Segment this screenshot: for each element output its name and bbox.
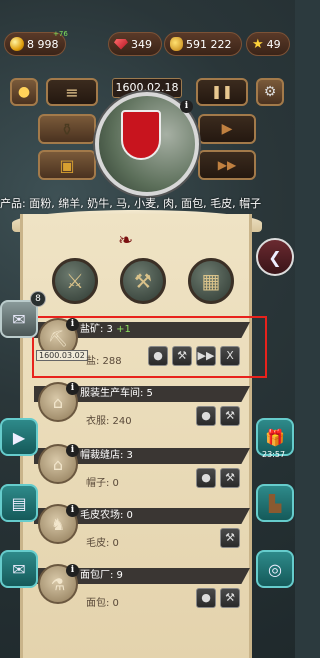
back-button[interactable]: ❮ bbox=[256, 238, 294, 276]
treasure-chest-icon: ▣ bbox=[59, 155, 75, 175]
bomb-icon: ● bbox=[201, 471, 211, 484]
production-button[interactable]: ⚒ bbox=[120, 258, 166, 304]
document-icon: ▤ bbox=[11, 493, 27, 513]
army-button[interactable]: ▙ bbox=[256, 484, 294, 522]
ornament-icon: ❧ bbox=[118, 230, 134, 251]
gold-counter[interactable]: 8 998 +76 bbox=[4, 30, 68, 56]
bomb-button[interactable]: ● bbox=[196, 588, 216, 608]
build-button[interactable]: ⚒ bbox=[220, 406, 240, 426]
crossed-swords-icon: ⚔ bbox=[66, 269, 84, 293]
globe-button[interactable]: ◎ bbox=[256, 550, 294, 588]
good-label: 帽子: 0 bbox=[86, 478, 119, 489]
hamburger-icon: ≡ bbox=[65, 82, 79, 102]
good-label: 毛皮: 0 bbox=[86, 538, 119, 549]
ruby-counter[interactable]: 349 bbox=[108, 32, 162, 56]
mail-button[interactable]: ✉ bbox=[0, 550, 38, 588]
pause-icon: ❚❚ bbox=[211, 84, 233, 100]
notification-badge: 8 bbox=[30, 291, 46, 307]
warehouse-button[interactable]: ▦ bbox=[188, 258, 234, 304]
gold-gain: +76 bbox=[53, 30, 68, 38]
globe-icon: ◎ bbox=[268, 559, 282, 579]
menu-button[interactable]: ≡ bbox=[46, 78, 98, 106]
building-title: 面包厂: 9 bbox=[80, 570, 123, 581]
envelope-icon: ✉ bbox=[12, 559, 26, 579]
info-icon[interactable]: i bbox=[66, 382, 79, 395]
hammer-icon: ⚒ bbox=[225, 409, 235, 422]
hammer-icon: ⚒ bbox=[225, 471, 235, 484]
video-button[interactable]: ▶ bbox=[0, 418, 38, 456]
hammer-icon: ⚒ bbox=[225, 531, 235, 544]
scroll-icon: ✉ bbox=[12, 309, 26, 329]
production-icon: ⚒ bbox=[134, 269, 152, 293]
fast-forward-button[interactable]: ▶▶ bbox=[198, 150, 256, 180]
bell-icon: ● bbox=[17, 84, 31, 100]
map-scroll-button[interactable]: ▤ bbox=[0, 484, 38, 522]
build-button[interactable]: ⚒ bbox=[220, 588, 240, 608]
info-icon[interactable]: i bbox=[66, 504, 79, 517]
build-button[interactable]: ⚒ bbox=[220, 468, 240, 488]
gift-timer: 23:57 bbox=[262, 450, 286, 459]
building-title: 毛皮农场: 0 bbox=[80, 510, 133, 521]
bomb-button[interactable]: ● bbox=[196, 468, 216, 488]
fast-forward-icon: ▶▶ bbox=[217, 158, 237, 172]
treasury-button[interactable]: ▣ bbox=[38, 150, 96, 180]
money-bag-icon bbox=[170, 37, 183, 51]
goods-icon: ▦ bbox=[201, 269, 221, 293]
video-icon: ▶ bbox=[12, 427, 26, 447]
ruby-icon bbox=[114, 38, 128, 50]
gold-coin-icon bbox=[10, 37, 24, 51]
selected-row-highlight bbox=[32, 316, 267, 378]
pause-button[interactable]: ❚❚ bbox=[196, 78, 248, 106]
bomb-icon: ● bbox=[201, 409, 211, 422]
play-button[interactable]: ▶ bbox=[198, 114, 256, 144]
star-icon: ★ bbox=[252, 36, 264, 52]
good-label: 衣服: 240 bbox=[86, 416, 132, 427]
building-title: 帽裁缝店: 3 bbox=[80, 450, 133, 461]
ruby-value: 349 bbox=[131, 37, 152, 51]
coat-of-arms-icon bbox=[121, 110, 161, 160]
settings-button[interactable]: ⚙ bbox=[256, 78, 284, 106]
build-button[interactable]: ⚒ bbox=[220, 528, 240, 548]
boot-icon: ▙ bbox=[268, 493, 282, 513]
good-label: 面包: 0 bbox=[86, 598, 119, 609]
info-icon[interactable]: i bbox=[66, 564, 79, 577]
play-icon: ▶ bbox=[221, 121, 233, 137]
trade-button[interactable]: ⚱ bbox=[38, 114, 96, 144]
military-button[interactable]: ⚔ bbox=[52, 258, 98, 304]
info-icon[interactable]: i bbox=[180, 100, 193, 113]
money-value: 591 222 bbox=[186, 37, 232, 51]
products-line: 产品: 面粉, 绵羊, 奶牛, 马, 小麦, 肉, 面包, 毛皮, 帽子 bbox=[0, 197, 262, 210]
hammer-icon: ⚒ bbox=[225, 591, 235, 604]
building-title: 服装生产车间: 5 bbox=[80, 388, 153, 399]
trade-goods-icon: ⚱ bbox=[60, 119, 74, 139]
bomb-button[interactable]: ● bbox=[196, 406, 216, 426]
info-icon[interactable]: i bbox=[66, 444, 79, 457]
bomb-icon: ● bbox=[201, 591, 211, 604]
gift-icon: 🎁 bbox=[265, 427, 285, 447]
star-value: 49 bbox=[266, 37, 281, 51]
scroll-button[interactable]: ✉ bbox=[0, 300, 38, 338]
star-counter[interactable]: ★ 49 bbox=[246, 32, 290, 56]
gear-icon: ⚙ bbox=[263, 84, 277, 100]
gold-value: 8 998 bbox=[27, 37, 59, 51]
chevron-left-icon: ❮ bbox=[268, 247, 282, 267]
money-counter[interactable]: 591 222 bbox=[164, 32, 242, 56]
advisor-button[interactable]: ● bbox=[10, 78, 38, 106]
